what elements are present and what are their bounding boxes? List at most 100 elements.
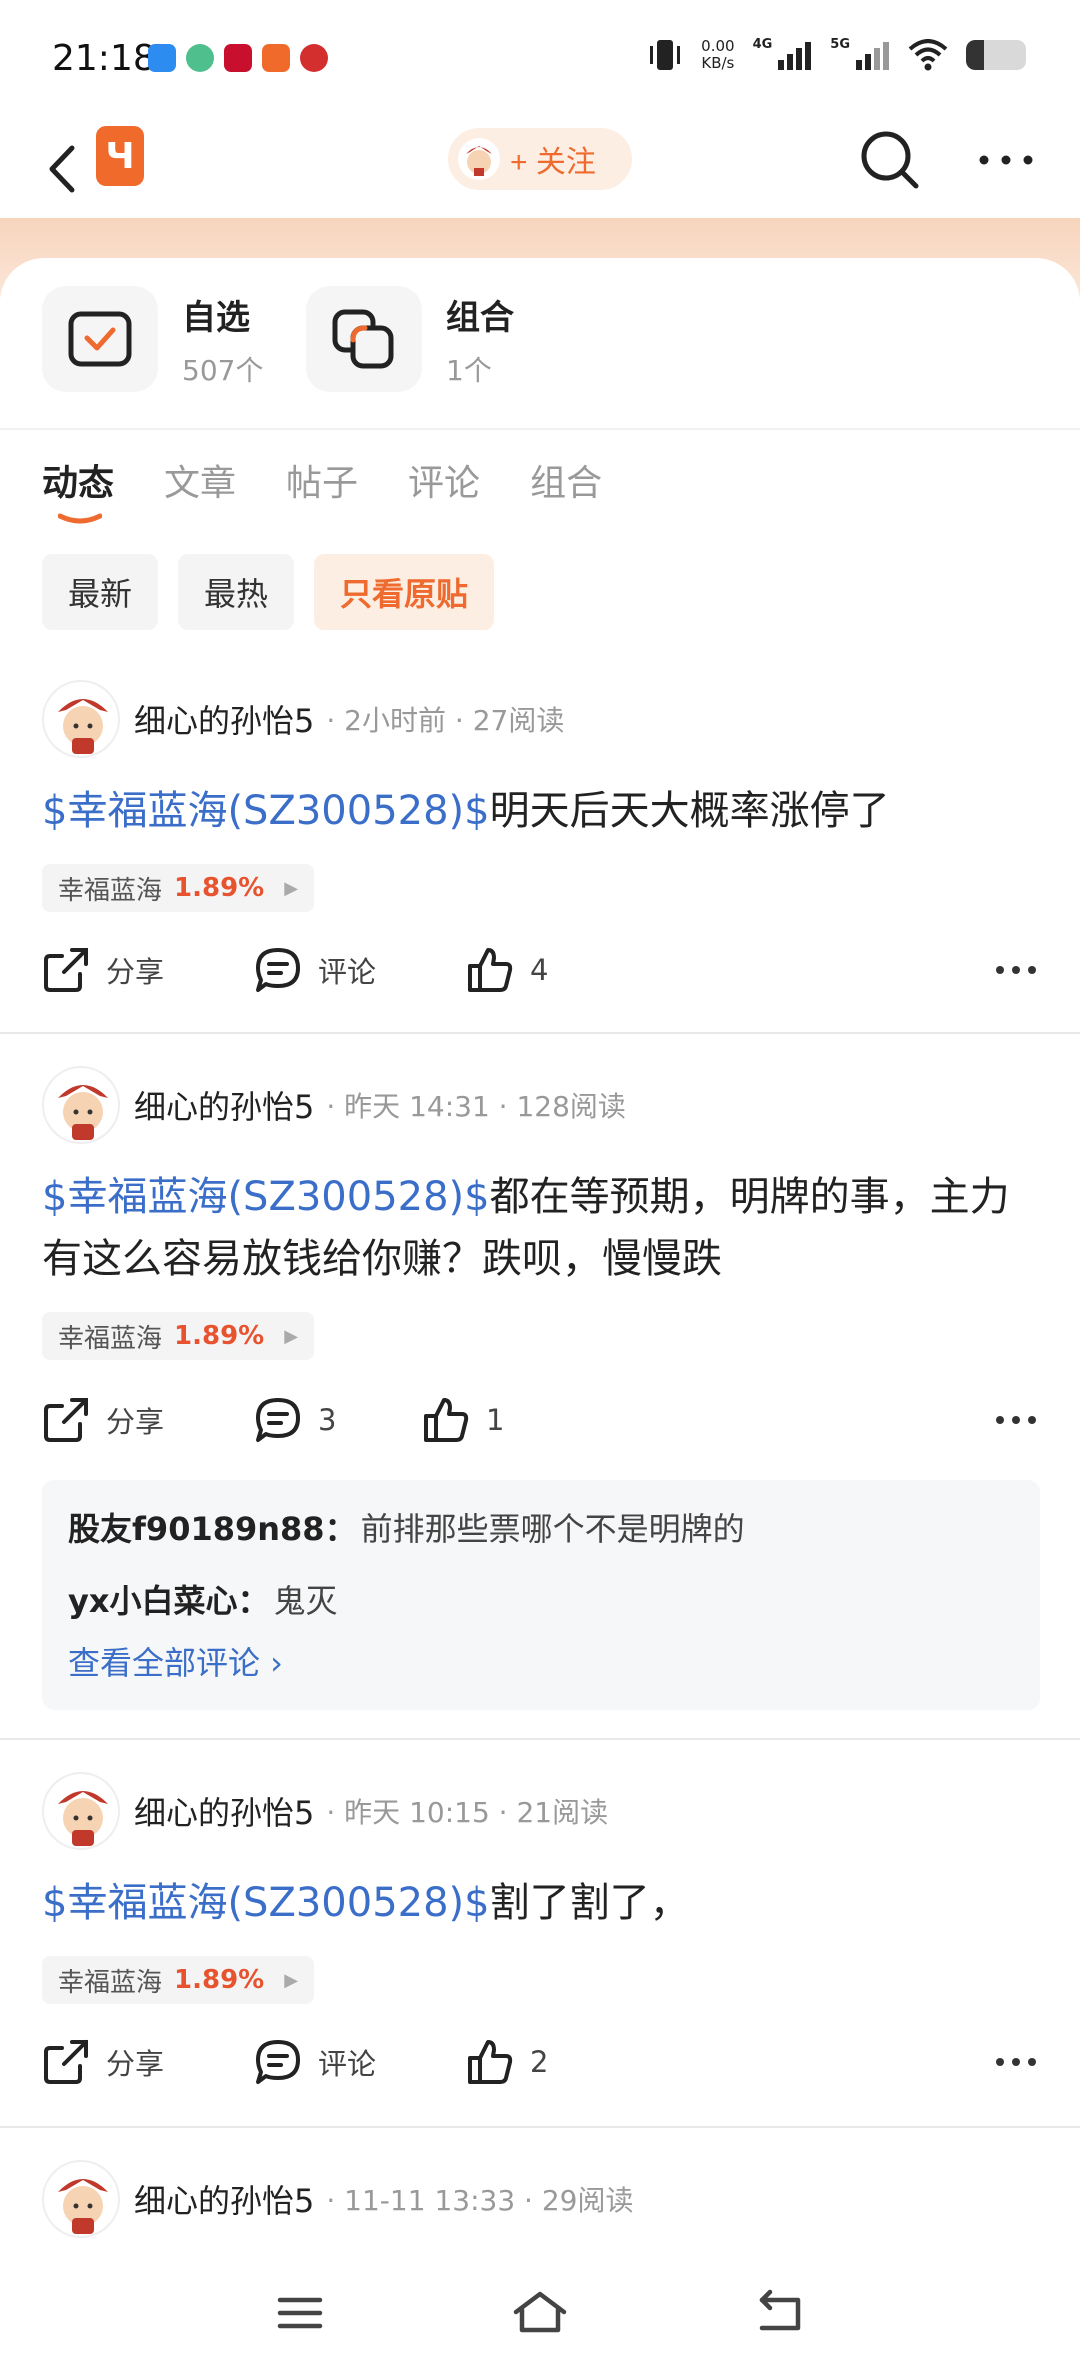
post-more-icon[interactable] — [994, 1414, 1038, 1426]
status-bar: 21:18 0.00 KB/s 4G 5G — [0, 0, 1080, 120]
home-icon[interactable] — [510, 2288, 570, 2338]
like-button[interactable]: 2 — [466, 2038, 548, 2086]
post-header: 细心的孙怡5 · 2小时前 · 27阅读 — [42, 680, 564, 758]
watchlist-title: 自选 — [182, 297, 250, 338]
like-count: 4 — [530, 953, 549, 987]
status-app-icons — [148, 44, 328, 72]
like-count: 2 — [530, 2045, 549, 2079]
post-text[interactable]: $幸福蓝海(SZ300528)$都在等预期，明牌的事，主力有这么容易放钱给你赚？… — [42, 1166, 1042, 1290]
tab-comments[interactable]: 评论 — [408, 454, 480, 506]
post-text[interactable]: $幸福蓝海(SZ300528)$割了割了， — [42, 1872, 1042, 1934]
filter-original-only[interactable]: 只看原贴 — [314, 554, 495, 630]
content-tabs: 动态 文章 帖子 评论 组合 — [42, 454, 602, 506]
watchlist-count: 507个 — [182, 353, 264, 387]
comment-button[interactable]: 评论 — [254, 946, 376, 994]
stock-link[interactable]: $幸福蓝海(SZ300528)$ — [42, 1174, 490, 1220]
comment-line: yx小白菜心： 鬼灭 — [68, 1574, 1014, 1624]
tab-posts[interactable]: 帖子 — [286, 454, 358, 506]
view-all-comments-link[interactable]: 查看全部评论 › — [68, 1638, 1014, 1684]
filter-hottest[interactable]: 最热 — [178, 554, 295, 630]
post-actions: 分享 评论 4 — [42, 946, 1042, 1006]
thumbs-up-icon — [424, 1398, 469, 1442]
tab-dynamics[interactable]: 动态 — [42, 454, 114, 506]
sig1-tag: 4G — [752, 36, 773, 52]
author-name[interactable]: 细心的孙怡5 — [134, 1788, 314, 1834]
more-icon[interactable] — [976, 140, 1036, 180]
share-button[interactable]: 分享 — [42, 2038, 164, 2086]
stock-tag-arrow-icon: ▶ — [284, 1325, 299, 1347]
combo-count: 1个 — [446, 353, 492, 387]
like-button[interactable]: 1 — [422, 1396, 504, 1444]
post-card[interactable]: 细心的孙怡5 · 昨天 10:15 · 21阅读 $幸福蓝海(SZ300528)… — [0, 1772, 1080, 2122]
comment-preview[interactable]: 股友f90189n88： 前排那些票哪个不是明牌的 yx小白菜心： 鬼灭 查看全… — [42, 1480, 1040, 1710]
stock-tag-arrow-icon: ▶ — [284, 877, 299, 899]
combo-title: 组合 — [446, 297, 514, 338]
stock-link[interactable]: $幸福蓝海(SZ300528)$ — [42, 1880, 490, 1926]
author-name[interactable]: 细心的孙怡5 — [134, 1082, 314, 1128]
author-name[interactable]: 细心的孙怡5 — [134, 696, 314, 742]
like-button[interactable]: 4 — [466, 946, 548, 994]
watchlist-icon — [42, 286, 158, 392]
share-icon — [44, 1398, 88, 1442]
post-more-icon[interactable] — [994, 964, 1038, 976]
comment-user[interactable]: 股友f90189n88： — [68, 1504, 357, 1550]
net-speed-value: 0.00 — [701, 37, 735, 55]
tab-combos[interactable]: 组合 — [530, 454, 602, 506]
tab-articles[interactable]: 文章 — [164, 454, 236, 506]
post-more-icon[interactable] — [994, 2056, 1038, 2068]
filter-chips: 最新 最热 只看原贴 — [42, 554, 495, 630]
combo-entry[interactable]: 组合 1个 — [306, 286, 514, 392]
author-avatar[interactable] — [42, 680, 120, 758]
stock-tag-pct: 1.89% — [174, 1321, 265, 1351]
app-icon-red2 — [300, 44, 328, 72]
battery-fill — [966, 40, 984, 70]
comment-button[interactable]: 评论 — [254, 2038, 376, 2086]
back-nav-icon[interactable] — [750, 2288, 810, 2338]
post-actions: 分享 3 1 — [42, 1396, 1042, 1456]
stock-tag[interactable]: 幸福蓝海 1.89% ▶ — [42, 1956, 315, 2004]
follow-button[interactable]: + 关注 — [448, 128, 632, 190]
post-meta: · 昨天 10:15 · 21阅读 — [326, 1796, 609, 1829]
post-text[interactable]: $幸福蓝海(SZ300528)$明天后天大概率涨停了 — [42, 780, 1042, 842]
post-header: 细心的孙怡5 · 昨天 10:15 · 21阅读 — [42, 1772, 608, 1850]
menu-icon[interactable] — [270, 2288, 330, 2338]
status-indicators: 0.00 KB/s 4G 5G — [647, 36, 1026, 72]
author-name[interactable]: 细心的孙怡5 — [134, 2176, 314, 2222]
stock-tag[interactable]: 幸福蓝海 1.89% ▶ — [42, 864, 315, 912]
back-icon[interactable] — [38, 136, 84, 202]
comment-icon — [256, 1398, 300, 1442]
app-icon-color — [186, 44, 214, 72]
comment-label: 评论 — [318, 955, 377, 989]
post-card[interactable]: 细心的孙怡5 · 昨天 14:31 · 128阅读 $幸福蓝海(SZ300528… — [0, 1066, 1080, 1726]
share-label: 分享 — [106, 1405, 165, 1439]
author-avatar[interactable] — [42, 1066, 120, 1144]
app-icon-telegram — [262, 44, 290, 72]
share-button[interactable]: 分享 — [42, 1396, 164, 1444]
app-icon-blue — [148, 44, 176, 72]
post-separator — [0, 2126, 1080, 2128]
stock-tag-pct: 1.89% — [174, 873, 265, 903]
post-header: 细心的孙怡5 · 11-11 13:33 · 29阅读 — [42, 2160, 633, 2238]
net-speed-unit: KB/s — [701, 54, 735, 72]
watchlist-entry[interactable]: 自选 507个 — [42, 286, 263, 392]
app-logo: Ч — [96, 126, 144, 186]
stock-tag[interactable]: 幸福蓝海 1.89% ▶ — [42, 1312, 315, 1360]
comment-user[interactable]: yx小白菜心： — [68, 1576, 270, 1622]
follow-avatar — [458, 138, 500, 180]
share-button[interactable]: 分享 — [42, 946, 164, 994]
author-avatar[interactable] — [42, 2160, 120, 2238]
post-body: 割了割了， — [489, 1880, 690, 1926]
post-header: 细心的孙怡5 · 昨天 14:31 · 128阅读 — [42, 1066, 626, 1144]
author-avatar[interactable] — [42, 1772, 120, 1850]
filter-latest[interactable]: 最新 — [42, 554, 159, 630]
post-card[interactable]: 细心的孙怡5 · 11-11 13:33 · 29阅读 — [0, 2160, 1080, 2250]
signal-icon — [778, 42, 812, 70]
comment-icon — [256, 948, 300, 992]
stock-link[interactable]: $幸福蓝海(SZ300528)$ — [42, 788, 490, 834]
comment-body: 鬼灭 — [273, 1582, 338, 1620]
search-icon[interactable] — [858, 128, 922, 192]
net-speed: 0.00 KB/s — [701, 38, 734, 72]
wifi-icon — [908, 39, 948, 71]
comment-button[interactable]: 3 — [254, 1396, 336, 1444]
post-card[interactable]: 细心的孙怡5 · 2小时前 · 27阅读 $幸福蓝海(SZ300528)$明天后… — [0, 680, 1080, 1030]
